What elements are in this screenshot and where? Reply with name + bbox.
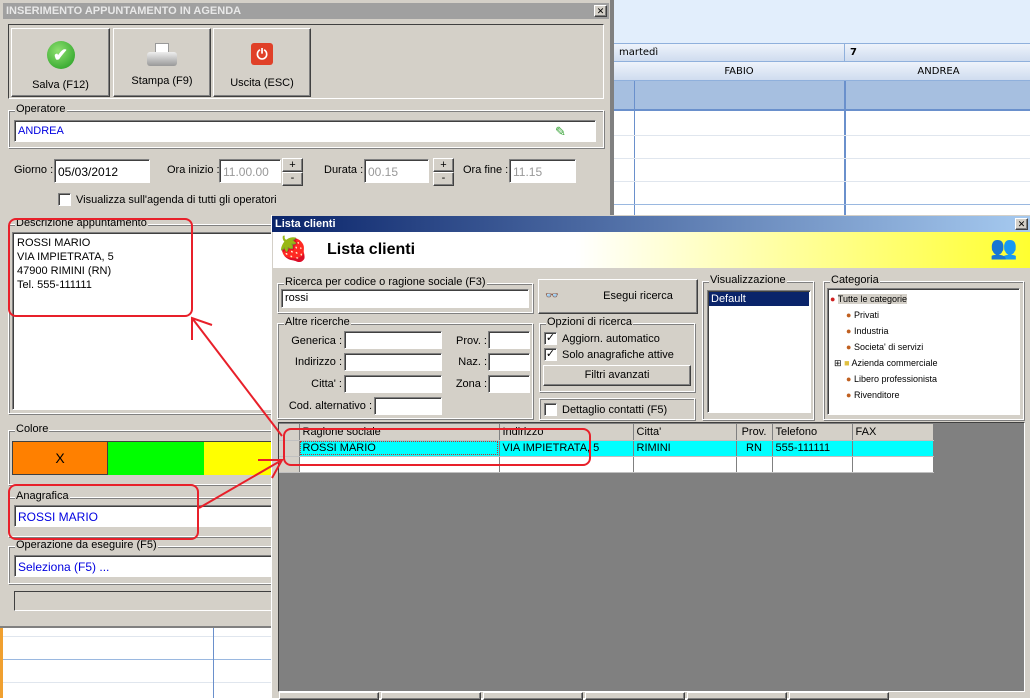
annotation-arrows — [191, 316, 284, 509]
